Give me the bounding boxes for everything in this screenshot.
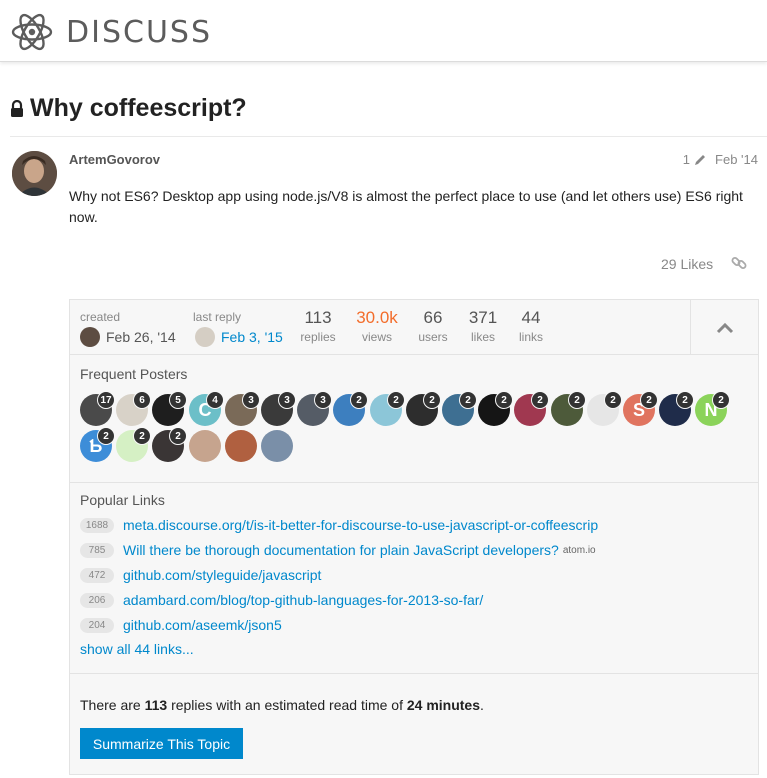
link-text[interactable]: github.com/styleguide/javascript [123, 567, 321, 583]
topic-title[interactable]: Why coffeescript? [30, 94, 247, 123]
topic-title-row: Why coffeescript? [10, 94, 247, 123]
collapse-button[interactable] [690, 300, 758, 355]
poster-avatar[interactable] [189, 430, 221, 462]
stat-likes-label: likes [470, 330, 495, 344]
poster-post-count: 2 [676, 391, 694, 409]
summary-text: There are 113 replies with an estimated … [80, 697, 484, 713]
poster-post-count: 2 [568, 391, 586, 409]
poster-post-count: 2 [423, 391, 441, 409]
lock-icon [11, 99, 23, 117]
poster-post-count: 2 [604, 391, 622, 409]
topic-map: created Feb 26, '14 last reply Feb 3, '1… [69, 299, 759, 775]
link-domain: atom.io [562, 544, 596, 556]
stat-views-label: views [361, 330, 392, 344]
poster-post-count: 2 [97, 427, 115, 445]
stat-likes-value: 371 [468, 308, 498, 327]
likes-count[interactable]: 29 Likes [661, 256, 713, 272]
posters-divider [70, 482, 758, 483]
stat-views: 30.0k views [351, 308, 403, 344]
poster-post-count: 2 [495, 391, 513, 409]
link-text[interactable]: github.com/aseemk/json5 [123, 617, 282, 633]
site-logo[interactable]: DISCUSS [10, 10, 212, 54]
post-username[interactable]: ArtemGovorov [69, 152, 160, 167]
poster-avatar[interactable] [261, 430, 293, 462]
poster-post-count: 2 [531, 391, 549, 409]
stat-users-value: 66 [423, 308, 443, 327]
link-clicks: 206 [80, 592, 114, 608]
last-reply-date-text: Feb 3, '15 [221, 329, 283, 345]
stat-users-label: users [418, 330, 448, 344]
popular-link: 204 github.com/aseemk/json5 [80, 617, 282, 633]
summary-time: 24 minutes [406, 697, 480, 713]
stat-replies-label: replies [300, 330, 336, 344]
user-avatar-icon [12, 151, 57, 196]
links-divider [70, 673, 758, 674]
poster-post-count: 2 [712, 391, 730, 409]
poster-post-count: 2 [387, 391, 405, 409]
poster-post-count: 17 [97, 391, 115, 409]
summary-suffix: . [480, 697, 484, 713]
summary-prefix: There are [80, 697, 145, 713]
poster-post-count: 2 [350, 391, 368, 409]
poster-avatar[interactable] [225, 430, 257, 462]
site-header: DISCUSS [0, 0, 767, 62]
frequent-posters-title: Frequent Posters [80, 366, 188, 382]
atom-logo-icon [11, 13, 53, 51]
stat-views-value: 30.0k [356, 308, 398, 327]
stat-links: 44 links [513, 308, 549, 344]
edit-count[interactable]: 1 [683, 152, 690, 167]
link-text[interactable]: adambard.com/blog/top-github-languages-f… [123, 592, 483, 608]
popular-link: 785 Will there be thorough documentation… [80, 542, 596, 558]
post-meta: 1 Feb '14 [683, 152, 758, 167]
stat-users: 66 users [415, 308, 451, 344]
poster-post-count: 3 [242, 391, 260, 409]
created-label: created [80, 310, 121, 324]
popular-links-title: Popular Links [80, 492, 165, 508]
poster-post-count: 4 [206, 391, 224, 409]
topic-map-stats: created Feb 26, '14 last reply Feb 3, '1… [70, 300, 758, 355]
poster-post-count: 3 [278, 391, 296, 409]
poster-post-count: 2 [133, 427, 151, 445]
created-date-text: Feb 26, '14 [106, 329, 176, 345]
poster-post-count: 2 [459, 391, 477, 409]
stat-replies: 113 replies [298, 308, 338, 344]
popular-link: 206 adambard.com/blog/top-github-languag… [80, 592, 483, 608]
link-clicks: 1688 [80, 517, 114, 533]
last-reply-label: last reply [193, 310, 242, 324]
poster-post-count: 2 [169, 427, 187, 445]
stat-likes: 371 likes [465, 308, 501, 344]
poster-post-count: 2 [640, 391, 658, 409]
post-body: Why not ES6? Desktop app using node.js/V… [69, 188, 743, 225]
summary-replies: 113 [144, 697, 168, 713]
poster-post-count: 5 [169, 391, 187, 409]
link-clicks: 204 [80, 617, 114, 633]
summarize-button[interactable]: Summarize This Topic [80, 728, 243, 759]
poster-post-count: 6 [133, 391, 151, 409]
link-icon[interactable] [731, 255, 747, 271]
pencil-icon[interactable] [694, 153, 707, 166]
popular-link: 1688 meta.discourse.org/t/is-it-better-f… [80, 517, 598, 533]
link-clicks: 472 [80, 567, 114, 583]
stat-links-value: 44 [521, 308, 541, 327]
creator-avatar[interactable] [80, 327, 100, 347]
created-date: Feb 26, '14 [80, 327, 176, 347]
poster-post-count: 3 [314, 391, 332, 409]
chevron-up-icon [716, 322, 733, 333]
avatar[interactable] [12, 151, 57, 196]
site-title: DISCUSS [66, 14, 212, 50]
stat-replies-value: 113 [304, 308, 332, 327]
last-reply-date[interactable]: Feb 3, '15 [195, 327, 283, 347]
stat-links-label: links [518, 330, 543, 344]
link-clicks: 785 [80, 542, 114, 558]
link-text[interactable]: meta.discourse.org/t/is-it-better-for-di… [123, 517, 598, 533]
post-date[interactable]: Feb '14 [715, 152, 758, 167]
popular-link: 472 github.com/styleguide/javascript [80, 567, 321, 583]
show-all-links[interactable]: show all 44 links... [80, 641, 194, 657]
last-replier-avatar[interactable] [195, 327, 215, 347]
link-text[interactable]: Will there be thorough documentation for… [123, 542, 559, 558]
summary-mid: replies with an estimated read time of [167, 697, 407, 713]
title-divider [10, 136, 767, 137]
